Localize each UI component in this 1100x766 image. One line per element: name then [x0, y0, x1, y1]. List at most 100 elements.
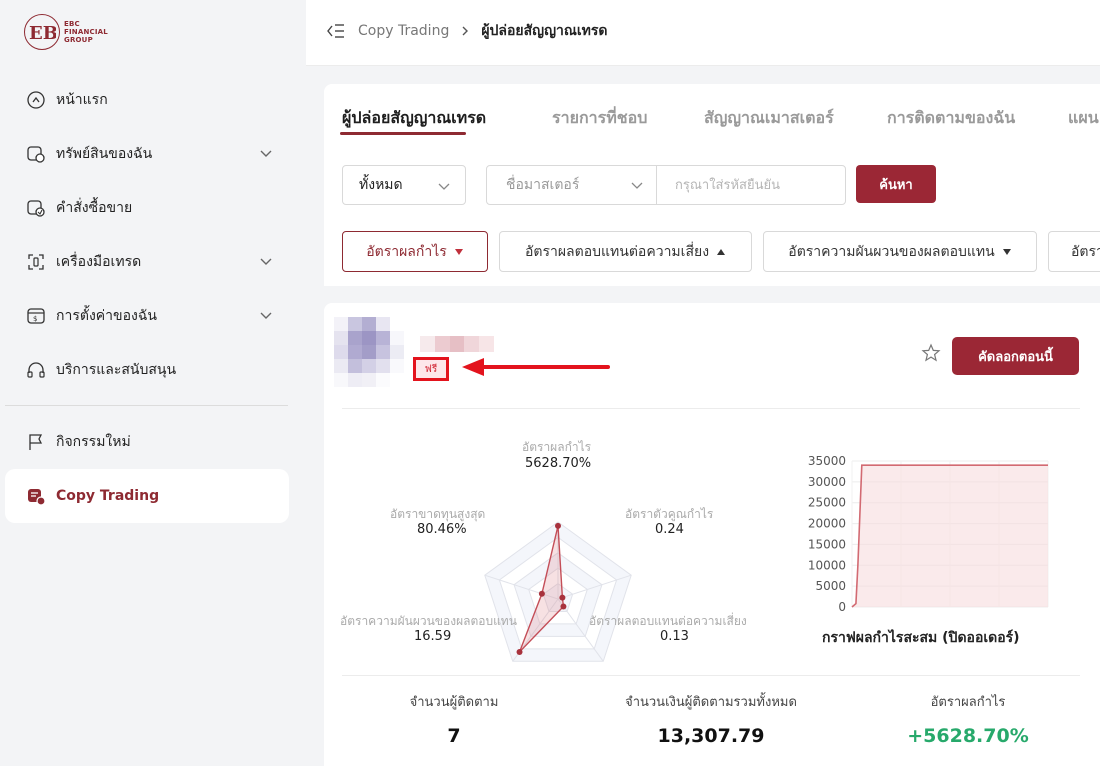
category-select[interactable]: ทั้งหมด — [342, 165, 466, 205]
stat-value: 7 — [447, 725, 461, 747]
ebc-logo-text: EBC FINANCIAL GROUP — [64, 20, 108, 44]
search-button[interactable]: ค้นหา — [856, 165, 936, 203]
sidebar-item-my-settings[interactable]: $ การตั้งค่าของฉัน — [5, 289, 289, 343]
radar-point — [560, 603, 567, 610]
sort-volatility-button[interactable]: อัตราความผันผวนของผลตอบแทน — [763, 231, 1037, 272]
tools-icon — [26, 252, 46, 272]
collapse-menu-icon[interactable] — [326, 21, 346, 41]
tab-signal-providers[interactable]: ผู้ปล่อยสัญญาณเทรด — [342, 106, 486, 131]
y-tick-label: 20000 — [808, 517, 846, 531]
orders-icon — [26, 198, 46, 218]
chevron-down-icon — [438, 183, 450, 190]
wallet-icon — [26, 144, 46, 164]
y-tick-label: 35000 — [808, 454, 846, 468]
sidebar-item-label: บริการและสนับสนุน — [56, 362, 177, 378]
stat-value: +5628.70% — [907, 725, 1029, 747]
stat-followers: จำนวนผู้ติดตาม 7 — [324, 691, 584, 747]
sidebar: EBC EBC FINANCIAL GROUP หน้าแรก ทรัพย์สิ… — [0, 0, 306, 766]
ebc-logo-mark: EBC — [24, 14, 60, 50]
sidebar-item-orders[interactable]: คำสั่งซื้อขาย — [5, 181, 289, 235]
headset-icon — [26, 360, 46, 380]
top-bar: Copy Trading ผู้ปล่อยสัญญาณเทรด — [306, 0, 1100, 66]
favorite-star-icon[interactable] — [921, 343, 941, 363]
stats-divider — [342, 675, 1080, 676]
y-tick-label: 15000 — [808, 537, 846, 551]
filter-panel: ทั้งหมด ชื่อมาสเตอร์ ค้นหา อัตราผลกำไร อ… — [324, 156, 1100, 286]
caret-down-icon — [454, 248, 463, 255]
trader-card: ฟรี คัดลอกตอนนี้ อัตราผลกำไร 5628.70% อั… — [324, 303, 1100, 766]
y-tick-label: 10000 — [808, 558, 846, 572]
chart-title: กราฟผลกำไรสะสม (ปิดออเดอร์) — [822, 630, 1020, 646]
radar-point — [516, 648, 523, 655]
search-input[interactable] — [658, 167, 843, 203]
chevron-right-icon — [462, 26, 469, 36]
flag-icon — [26, 432, 46, 452]
active-tab-underline — [340, 132, 466, 135]
stat-value: 13,307.79 — [657, 725, 765, 747]
sort-profit-rate-button[interactable]: อัตราผลกำไร — [342, 231, 488, 272]
copy-now-button[interactable]: คัดลอกตอนนี้ — [952, 337, 1079, 375]
tab-plan[interactable]: แผน — [1068, 106, 1099, 131]
sidebar-item-copy-trading[interactable]: Copy Trading — [5, 469, 289, 523]
sidebar-item-trading-tools[interactable]: เครื่องมือเทรด — [5, 235, 289, 289]
sort-more-button[interactable]: อัตรา — [1048, 231, 1100, 272]
sort-risk-return-button[interactable]: อัตราผลตอบแทนต่อความเสี่ยง — [499, 231, 752, 272]
tab-favorites[interactable]: รายการที่ชอบ — [552, 106, 647, 131]
card-divider — [342, 408, 1080, 409]
chevron-down-icon — [260, 150, 272, 157]
tab-my-follows[interactable]: การติดตามของฉัน — [887, 106, 1015, 131]
chevron-down-icon — [260, 258, 272, 265]
sidebar-item-label: Copy Trading — [56, 488, 160, 504]
y-tick-label: 30000 — [808, 475, 846, 489]
settings-card-icon: $ — [26, 306, 46, 326]
category-select-value: ทั้งหมด — [359, 177, 403, 193]
sidebar-item-new-activities[interactable]: กิจกรรมใหม่ — [5, 415, 289, 469]
radar-point — [559, 594, 566, 601]
tabs-bar: ผู้ปล่อยสัญญาณเทรด รายการที่ชอบ สัญญาณเม… — [324, 84, 1100, 156]
sort-label: อัตรา — [1071, 243, 1100, 260]
copy-trading-icon — [26, 486, 46, 506]
sidebar-item-label: คำสั่งซื้อขาย — [56, 200, 133, 216]
sidebar-item-label: หน้าแรก — [56, 92, 108, 108]
sidebar-divider — [5, 405, 288, 406]
sidebar-item-assets[interactable]: ทรัพย์สินของฉัน — [5, 127, 289, 181]
master-name-select-value: ชื่อมาสเตอร์ — [506, 177, 580, 193]
sidebar-item-support[interactable]: บริการและสนับสนุน — [5, 343, 289, 397]
svg-text:$: $ — [33, 315, 37, 323]
radar-point — [555, 522, 561, 529]
sort-label: อัตราผลตอบแทนต่อความเสี่ยง — [524, 243, 710, 260]
stat-profit-rate: อัตราผลกำไร +5628.70% — [838, 691, 1098, 747]
radar-axis-value: 5628.70% — [525, 456, 592, 471]
breadcrumb-root[interactable]: Copy Trading — [358, 23, 449, 39]
home-icon — [26, 90, 46, 110]
radar-axis-value: 80.46% — [417, 522, 467, 537]
y-tick-label: 25000 — [808, 496, 846, 510]
sidebar-item-home[interactable]: หน้าแรก — [5, 73, 289, 127]
sort-label: อัตราผลกำไร — [366, 243, 447, 260]
stat-label: จำนวนเงินผู้ติดตามรวมทั้งหมด — [625, 695, 797, 710]
caret-up-icon — [717, 248, 726, 255]
breadcrumb: Copy Trading ผู้ปล่อยสัญญาณเทรด — [326, 20, 608, 42]
free-badge: ฟรี — [413, 357, 449, 381]
chevron-down-icon — [260, 312, 272, 319]
trader-avatar[interactable] — [334, 317, 404, 387]
chart-area — [852, 465, 1048, 607]
radar-point — [538, 590, 545, 597]
sidebar-item-label: เครื่องมือเทรด — [56, 254, 142, 270]
stat-label: อัตราผลกำไร — [930, 695, 1006, 710]
ebc-logo[interactable]: EBC EBC FINANCIAL GROUP — [24, 14, 108, 50]
radar-axis-value: 0.13 — [660, 629, 689, 644]
y-tick-label: 0 — [838, 600, 846, 614]
master-name-select[interactable]: ชื่อมาสเตอร์ — [487, 166, 657, 204]
tab-master-signals[interactable]: สัญญาณเมาสเตอร์ — [704, 106, 834, 131]
chevron-down-icon — [631, 182, 643, 189]
sidebar-item-label: กิจกรรมใหม่ — [56, 434, 131, 450]
trader-name-blurred — [420, 336, 494, 352]
y-tick-label: 5000 — [815, 579, 846, 593]
cumulative-profit-chart: 35000 30000 25000 20000 15000 10000 5000 0 — [808, 454, 1049, 614]
radar-axis-label: อัตราผลกำไร — [522, 440, 592, 454]
caret-down-icon — [1002, 248, 1011, 255]
radar-axis-value: 0.24 — [655, 522, 684, 537]
breadcrumb-current: ผู้ปล่อยสัญญาณเทรด — [481, 23, 608, 39]
stat-total-follower-funds: จำนวนเงินผู้ติดตามรวมทั้งหมด 13,307.79 — [581, 691, 841, 747]
